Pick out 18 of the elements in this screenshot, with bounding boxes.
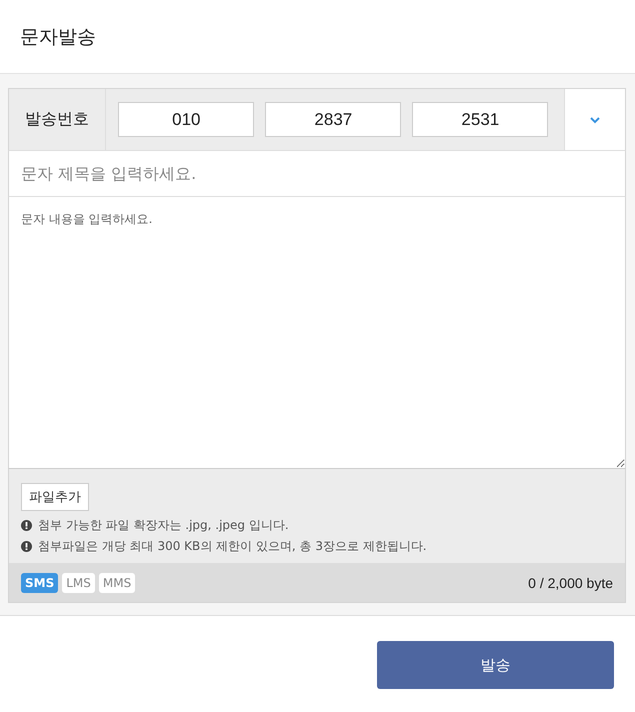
sender-number-label: 발송번호: [9, 89, 106, 150]
phone-number-field[interactable]: 010: [118, 102, 254, 137]
chevron-down-icon: [589, 116, 602, 124]
phone-number-field[interactable]: 2531: [412, 102, 548, 137]
message-field[interactable]: 문자 내용을 입력하세요.: [8, 197, 626, 468]
exclamation-icon: [21, 541, 32, 552]
send-button[interactable]: 발송: [377, 641, 614, 689]
subject-field[interactable]: 문자 제목을 입력하세요.: [8, 151, 626, 197]
exclamation-icon: [21, 520, 32, 531]
attachment-note: 첨부 가능한 파일 확장자는 .jpg, .jpeg 입니다.: [38, 517, 289, 534]
byte-counter: 0 / 2,000 byte: [528, 574, 613, 590]
attachment-note: 첨부파일은 개당 최대 300 KB의 제한이 있으며, 총 3장으로 제한됩니다.: [38, 538, 427, 555]
phone-number-field[interactable]: 2837: [265, 102, 402, 137]
page-title: 문자발송: [20, 24, 96, 50]
message-type-button[interactable]: MMS: [98, 572, 136, 592]
add-file-button[interactable]: 파일추가: [21, 483, 89, 511]
message-type-button[interactable]: LMS: [62, 572, 95, 592]
dropdown-button[interactable]: [565, 89, 625, 150]
